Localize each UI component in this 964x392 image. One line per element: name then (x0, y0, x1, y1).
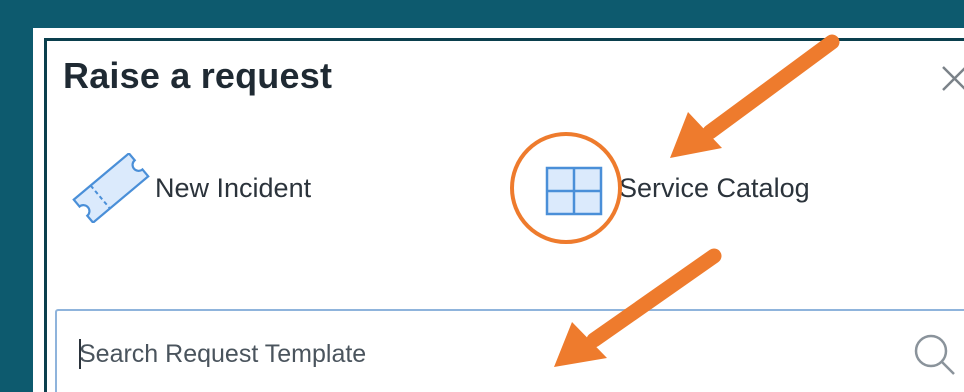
new-incident-option[interactable]: New Incident (67, 151, 312, 225)
close-icon[interactable] (938, 59, 964, 95)
window-frame-left (0, 0, 33, 392)
ticket-icon (67, 151, 153, 225)
service-catalog-option[interactable]: Service Catalog (533, 153, 810, 223)
search-input[interactable] (79, 331, 859, 377)
screen: Raise a request New Incident Service Cat… (0, 0, 964, 392)
grid-icon (533, 153, 619, 223)
search-icon[interactable] (909, 329, 961, 381)
search-box (55, 309, 964, 392)
dialog-title: Raise a request (63, 55, 333, 96)
raise-request-dialog: Raise a request New Incident Service Cat… (44, 38, 964, 392)
window-frame-top (0, 0, 964, 28)
service-catalog-label: Service Catalog (619, 172, 810, 203)
text-cursor (79, 339, 81, 369)
new-incident-label: New Incident (155, 172, 312, 203)
